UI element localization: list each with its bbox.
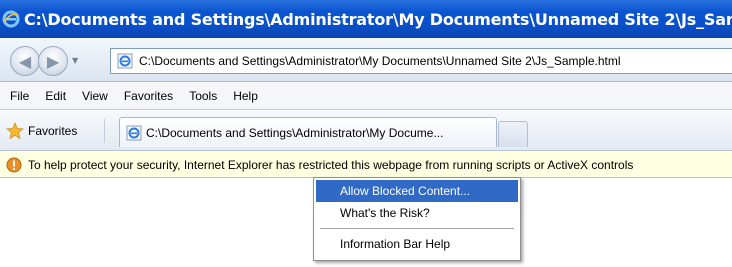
- back-arrow-icon: ◀: [18, 51, 32, 71]
- menu-help[interactable]: Help: [225, 89, 266, 103]
- menu-item-whats-the-risk[interactable]: What's the Risk?: [316, 202, 518, 224]
- history-dropdown-icon[interactable]: ▼: [72, 56, 78, 65]
- menu-tools[interactable]: Tools: [181, 89, 225, 103]
- favorites-button[interactable]: Favorites: [6, 121, 77, 141]
- page-icon: [117, 53, 133, 69]
- address-bar[interactable]: C:\Documents and Settings\Administrator\…: [110, 48, 732, 74]
- menu-view[interactable]: View: [74, 89, 116, 103]
- menu-bar: File Edit View Favorites Tools Help: [0, 83, 732, 110]
- menu-edit[interactable]: Edit: [37, 89, 74, 103]
- shield-warning-icon: [6, 157, 22, 172]
- title-bar: C:\Documents and Settings\Administrator\…: [0, 0, 732, 38]
- information-bar[interactable]: To help protect your security, Internet …: [0, 152, 732, 178]
- menu-item-allow-blocked-content[interactable]: Allow Blocked Content...: [316, 180, 518, 202]
- information-bar-message: To help protect your security, Internet …: [28, 157, 634, 172]
- address-url: C:\Documents and Settings\Administrator\…: [139, 54, 621, 68]
- tab-current-page[interactable]: C:\Documents and Settings\Administrator\…: [119, 117, 497, 147]
- favorites-label: Favorites: [28, 124, 78, 138]
- favorites-bar: Favorites C:\Documents and Settings\Admi…: [0, 111, 732, 151]
- page-icon: [126, 125, 142, 140]
- forward-arrow-icon: ▶: [46, 51, 60, 71]
- navigation-bar: ◀ ▶ ▼ C:\Documents and Settings\Administ…: [0, 38, 732, 82]
- menu-favorites[interactable]: Favorites: [116, 89, 181, 103]
- star-icon: [6, 122, 24, 140]
- back-button[interactable]: ◀: [10, 46, 40, 76]
- forward-button[interactable]: ▶: [38, 46, 68, 76]
- menu-separator: [320, 228, 514, 229]
- window-title: C:\Documents and Settings\Administrator\…: [24, 9, 732, 29]
- information-bar-context-menu: Allow Blocked Content... What's the Risk…: [313, 177, 521, 261]
- internet-explorer-icon: [2, 10, 20, 28]
- tab-label: C:\Documents and Settings\Administrator\…: [146, 125, 444, 140]
- menu-item-information-bar-help[interactable]: Information Bar Help: [316, 233, 518, 255]
- toolbar-divider: [104, 119, 105, 143]
- new-tab-button[interactable]: [498, 121, 528, 147]
- menu-file[interactable]: File: [0, 89, 37, 103]
